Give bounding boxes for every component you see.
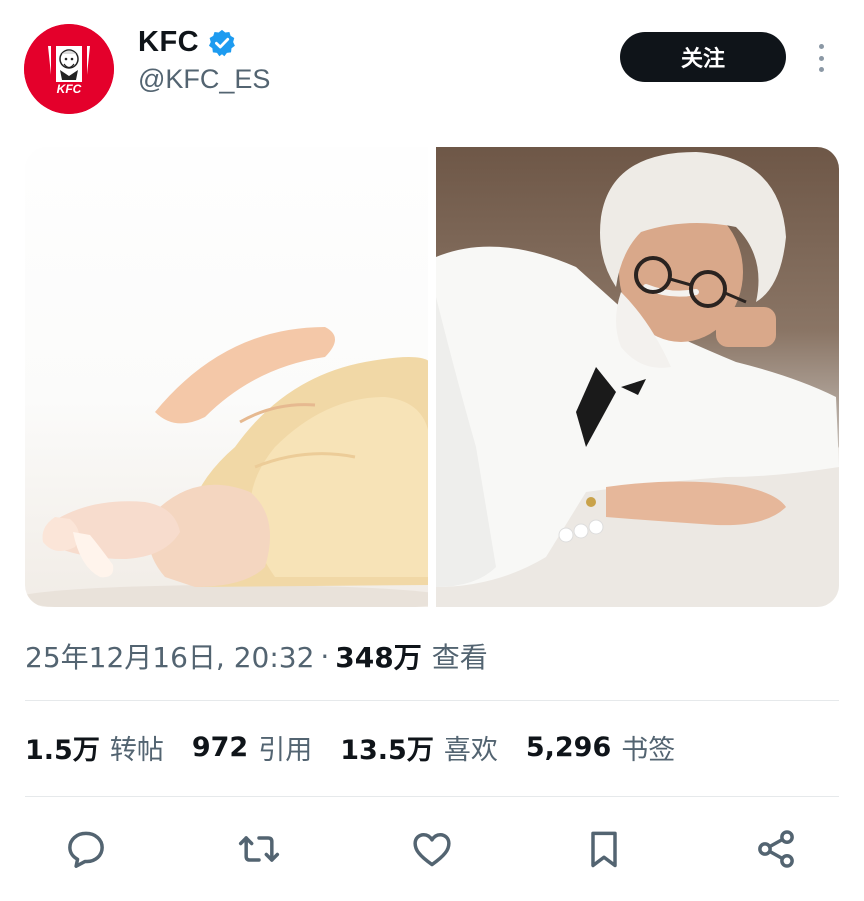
stat-value: 13.5万 bbox=[340, 735, 434, 766]
reply-icon[interactable] bbox=[63, 826, 109, 872]
more-dots-icon[interactable] bbox=[808, 40, 834, 76]
views-count: 348万 bbox=[335, 641, 422, 674]
divider bbox=[25, 700, 839, 701]
stat-reposts[interactable]: 1.5万 转帖 bbox=[25, 728, 164, 767]
repost-icon[interactable] bbox=[236, 826, 282, 872]
stat-value: 972 bbox=[191, 732, 249, 763]
avatar[interactable]: KFC bbox=[24, 24, 114, 114]
tweet-meta: 25年12月16日, 20:32 · 348万 查看 bbox=[25, 636, 488, 676]
like-icon[interactable] bbox=[409, 826, 455, 872]
stat-label: 喜欢 bbox=[443, 735, 498, 766]
logo-text: KFC bbox=[57, 82, 82, 96]
stat-label: 引用 bbox=[258, 735, 313, 766]
views-label: 查看 bbox=[431, 641, 488, 674]
display-name[interactable]: KFC bbox=[138, 26, 199, 59]
media-grid bbox=[25, 147, 839, 607]
stat-label: 转帖 bbox=[109, 735, 164, 766]
bookmark-icon[interactable] bbox=[581, 826, 627, 872]
share-icon[interactable] bbox=[753, 826, 799, 872]
stat-label: 书签 bbox=[621, 735, 676, 766]
meta-separator: · bbox=[320, 639, 330, 673]
user-handle[interactable]: @KFC_ES bbox=[138, 64, 270, 95]
stat-bookmarks[interactable]: 5,296 书签 bbox=[526, 728, 675, 767]
stat-likes[interactable]: 13.5万 喜欢 bbox=[340, 728, 498, 767]
colonel-sanders-lying-photo[interactable] bbox=[436, 147, 839, 607]
tweet-header: KFC KFC @KFC_ES 关注 bbox=[0, 0, 864, 130]
name-row: KFC bbox=[138, 26, 237, 59]
stat-value: 5,296 bbox=[525, 732, 612, 763]
divider bbox=[25, 796, 839, 797]
action-bar bbox=[0, 818, 864, 880]
follow-button[interactable]: 关注 bbox=[620, 32, 786, 82]
verified-badge-icon bbox=[209, 29, 235, 56]
timestamp[interactable]: 25年12月16日, 20:32 bbox=[25, 636, 314, 676]
stat-value: 1.5万 bbox=[25, 735, 100, 766]
raw-chicken-photo[interactable] bbox=[25, 147, 428, 607]
engagement-stats: 1.5万 转帖 972 引用 13.5万 喜欢 5,296 书签 bbox=[25, 728, 703, 767]
stat-quotes[interactable]: 972 引用 bbox=[192, 728, 312, 767]
kfc-logo-icon: KFC bbox=[24, 24, 114, 114]
